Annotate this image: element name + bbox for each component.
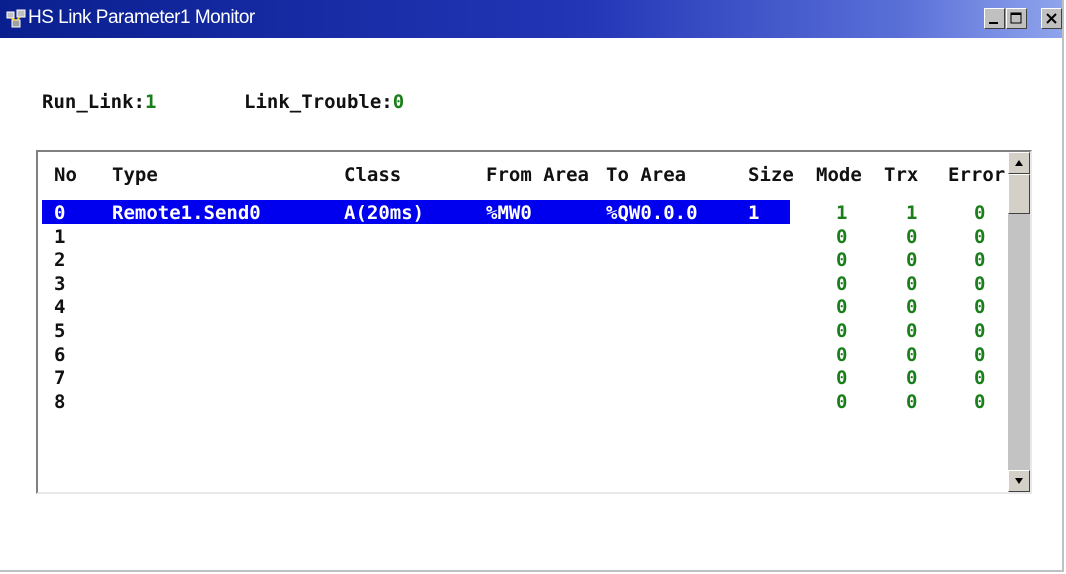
- column-header-from: From Area: [486, 164, 589, 186]
- arrow-down-icon: [1015, 478, 1023, 484]
- cell-error: 0: [974, 249, 986, 272]
- cell-mode: 0: [836, 343, 848, 366]
- cell-no: 7: [54, 367, 66, 390]
- cell-mode: 0: [836, 296, 848, 319]
- link-trouble-value: 0: [392, 91, 405, 113]
- cell-from: %MW0: [486, 202, 532, 224]
- column-header-mode: Mode: [816, 164, 862, 186]
- cell-no: 6: [54, 343, 66, 366]
- maximize-button[interactable]: [1006, 8, 1027, 29]
- window-title: HS Link Parameter1 Monitor: [28, 7, 255, 28]
- cell-error: 0: [974, 390, 986, 413]
- arrow-up-icon: [1015, 160, 1023, 166]
- link-parameter-table[interactable]: No Type Class From Area To Area Size Mode Trx Er…: [36, 150, 1032, 494]
- link-trouble-status: Link_Trouble:0: [244, 90, 404, 114]
- cell-error: 0: [974, 272, 986, 295]
- scroll-thumb[interactable]: [1008, 174, 1030, 214]
- cell-mode: 0: [836, 225, 848, 248]
- cell-no: 5: [54, 320, 66, 342]
- column-header-to: To Area: [606, 164, 687, 186]
- cell-trx: 0: [906, 225, 918, 248]
- column-header-no: No: [54, 164, 77, 186]
- scroll-down-button[interactable]: [1008, 470, 1030, 492]
- cell-mode: 0: [836, 272, 848, 295]
- cell-size: 1: [748, 202, 760, 224]
- cell-no: 8: [54, 390, 66, 413]
- cell-error: 0: [974, 225, 986, 248]
- vertical-scrollbar[interactable]: [1008, 152, 1030, 492]
- cell-error: 0: [974, 367, 986, 390]
- network-monitor-icon: [6, 9, 26, 28]
- cell-trx: 0: [906, 320, 918, 342]
- cell-trx: 0: [906, 390, 918, 413]
- cell-to: %QW0.0.0: [606, 202, 698, 224]
- run-link-value: 1: [144, 91, 157, 113]
- cell-mode: 0: [836, 367, 848, 390]
- close-button[interactable]: [1041, 8, 1062, 29]
- minimize-button[interactable]: [984, 8, 1005, 29]
- title-bar[interactable]: HS Link Parameter1 Monitor: [0, 0, 1062, 38]
- cell-no: 0: [54, 202, 66, 224]
- run-link-status: Run_Link:1: [42, 90, 156, 114]
- cell-no: 1: [54, 225, 66, 248]
- run-link-label: Run_Link:: [42, 91, 145, 113]
- column-header-error: Error: [948, 164, 1006, 186]
- column-header-trx: Trx: [884, 164, 919, 186]
- cell-mode: 0: [836, 390, 848, 413]
- cell-mode: 0: [836, 249, 848, 272]
- column-header-type: Type: [112, 164, 158, 186]
- cell-mode: 1: [836, 202, 848, 224]
- cell-trx: 0: [906, 367, 918, 390]
- cell-error: 0: [974, 296, 986, 319]
- cell-mode: 0: [836, 320, 848, 342]
- cell-trx: 0: [906, 272, 918, 295]
- monitor-window: HS Link Parameter1 Monitor Run_Link:1 Li…: [0, 0, 1064, 572]
- minimize-icon: [989, 22, 998, 24]
- cell-type: Remote1.Send0: [112, 202, 261, 224]
- cell-error: 0: [974, 320, 986, 342]
- cell-trx: 0: [906, 249, 918, 272]
- maximize-icon: [1010, 12, 1022, 24]
- link-trouble-label: Link_Trouble:: [244, 91, 393, 113]
- cell-trx: 0: [906, 296, 918, 319]
- scroll-up-button[interactable]: [1008, 152, 1030, 174]
- cell-no: 2: [54, 249, 66, 272]
- column-header-class: Class: [344, 164, 402, 186]
- cell-no: 3: [54, 272, 66, 295]
- cell-error: 0: [974, 202, 986, 224]
- cell-class: A(20ms): [344, 202, 425, 224]
- cell-trx: 0: [906, 343, 918, 366]
- cell-error: 0: [974, 343, 986, 366]
- cell-no: 4: [54, 296, 66, 319]
- column-header-size: Size: [748, 164, 794, 186]
- cell-trx: 1: [906, 202, 918, 224]
- close-icon: [1046, 13, 1057, 24]
